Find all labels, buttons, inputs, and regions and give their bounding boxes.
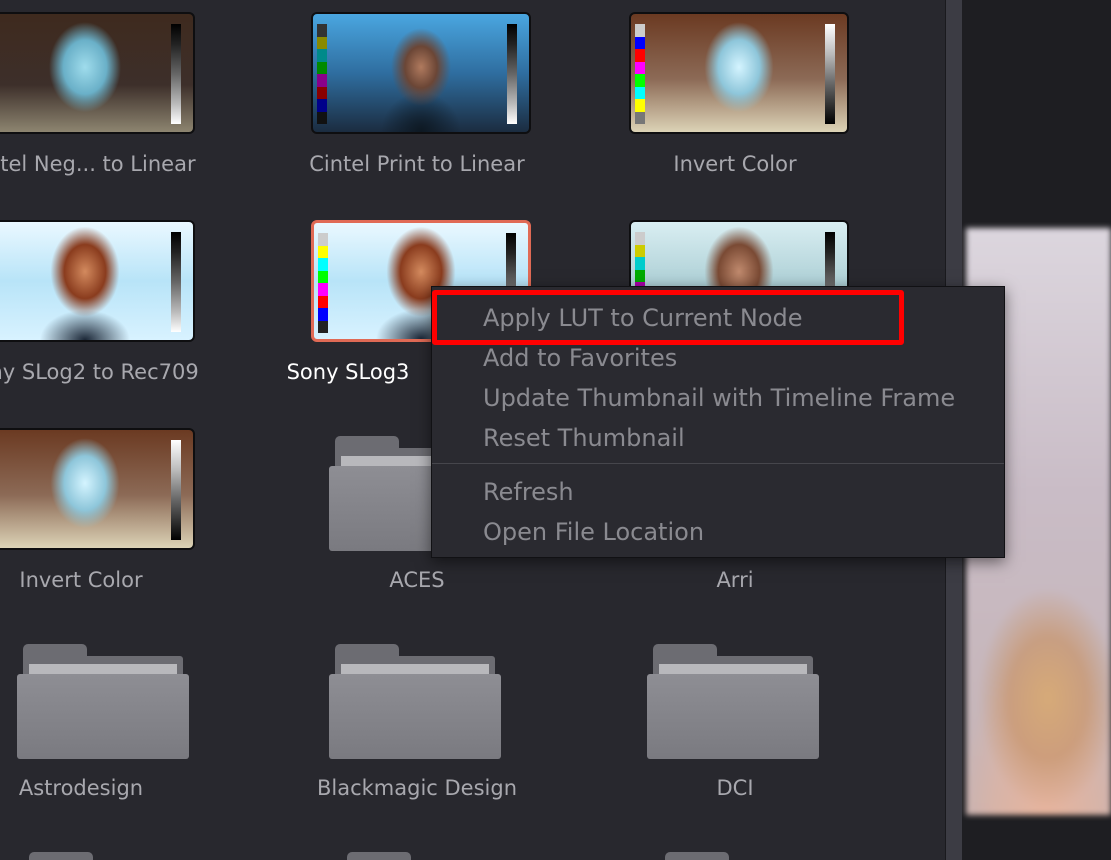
lut-caption: Invert Color xyxy=(19,568,143,592)
folder-label: Blackmagic Design xyxy=(316,776,518,800)
lut-caption: Cintel Print to Linear xyxy=(309,152,525,176)
folder-label: ACES xyxy=(389,568,445,592)
menu-item-reset-thumbnail[interactable]: Reset Thumbnail xyxy=(483,423,685,453)
gray-ramp-icon xyxy=(507,24,517,124)
gray-ramp-icon xyxy=(171,232,181,332)
folder-dci[interactable]: DCI xyxy=(596,624,834,824)
folder-icon xyxy=(329,644,501,759)
folder-astrodesign[interactable]: Astrodesign xyxy=(0,624,189,824)
lut-caption: Cintel Neg... to Linear xyxy=(0,152,196,176)
lut-tile-cintel-neg[interactable]: Cintel Neg... to Linear xyxy=(0,0,196,200)
lut-tile-cintel-print[interactable]: Cintel Print to Linear xyxy=(278,0,531,200)
lut-thumbnail[interactable] xyxy=(629,12,849,134)
folder-icon[interactable] xyxy=(341,852,513,860)
color-bars-icon xyxy=(317,24,327,124)
menu-item-update-thumbnail[interactable]: Update Thumbnail with Timeline Frame xyxy=(483,383,955,413)
menu-item-apply-lut[interactable]: Apply LUT to Current Node xyxy=(483,303,803,333)
menu-item-refresh[interactable]: Refresh xyxy=(483,477,574,507)
gray-ramp-icon xyxy=(171,440,181,540)
menu-item-open-file-location[interactable]: Open File Location xyxy=(483,517,704,547)
lut-caption: Invert Color xyxy=(673,152,797,176)
gray-ramp-icon xyxy=(825,24,835,124)
color-bars-icon xyxy=(635,24,645,124)
folder-icon xyxy=(647,644,819,759)
lut-thumbnail[interactable] xyxy=(311,12,531,134)
folder-blackmagic-design[interactable]: Blackmagic Design xyxy=(278,624,517,824)
lut-thumbnail[interactable] xyxy=(0,12,195,134)
color-bars-icon xyxy=(318,233,328,333)
lut-tile-invert-color-2[interactable]: Invert Color xyxy=(0,416,195,616)
folder-icon[interactable] xyxy=(659,852,831,860)
folder-label: DCI xyxy=(716,776,754,800)
folder-icon xyxy=(17,644,189,759)
lut-thumbnail[interactable] xyxy=(0,428,195,550)
lut-tile-sony-slog2[interactable]: Sony SLog2 to Rec709 xyxy=(0,208,199,408)
gray-ramp-icon xyxy=(171,24,181,124)
folder-icon[interactable] xyxy=(23,852,195,860)
lut-tile-invert-color[interactable]: Invert Color xyxy=(596,0,849,200)
context-menu: Apply LUT to Current Node Add to Favorit… xyxy=(431,286,1005,558)
menu-separator xyxy=(432,463,1004,464)
lut-thumbnail[interactable] xyxy=(0,220,195,342)
menu-item-add-to-favorites[interactable]: Add to Favorites xyxy=(483,343,677,373)
folder-label: Astrodesign xyxy=(18,776,144,800)
folder-label: Arri xyxy=(716,568,754,592)
